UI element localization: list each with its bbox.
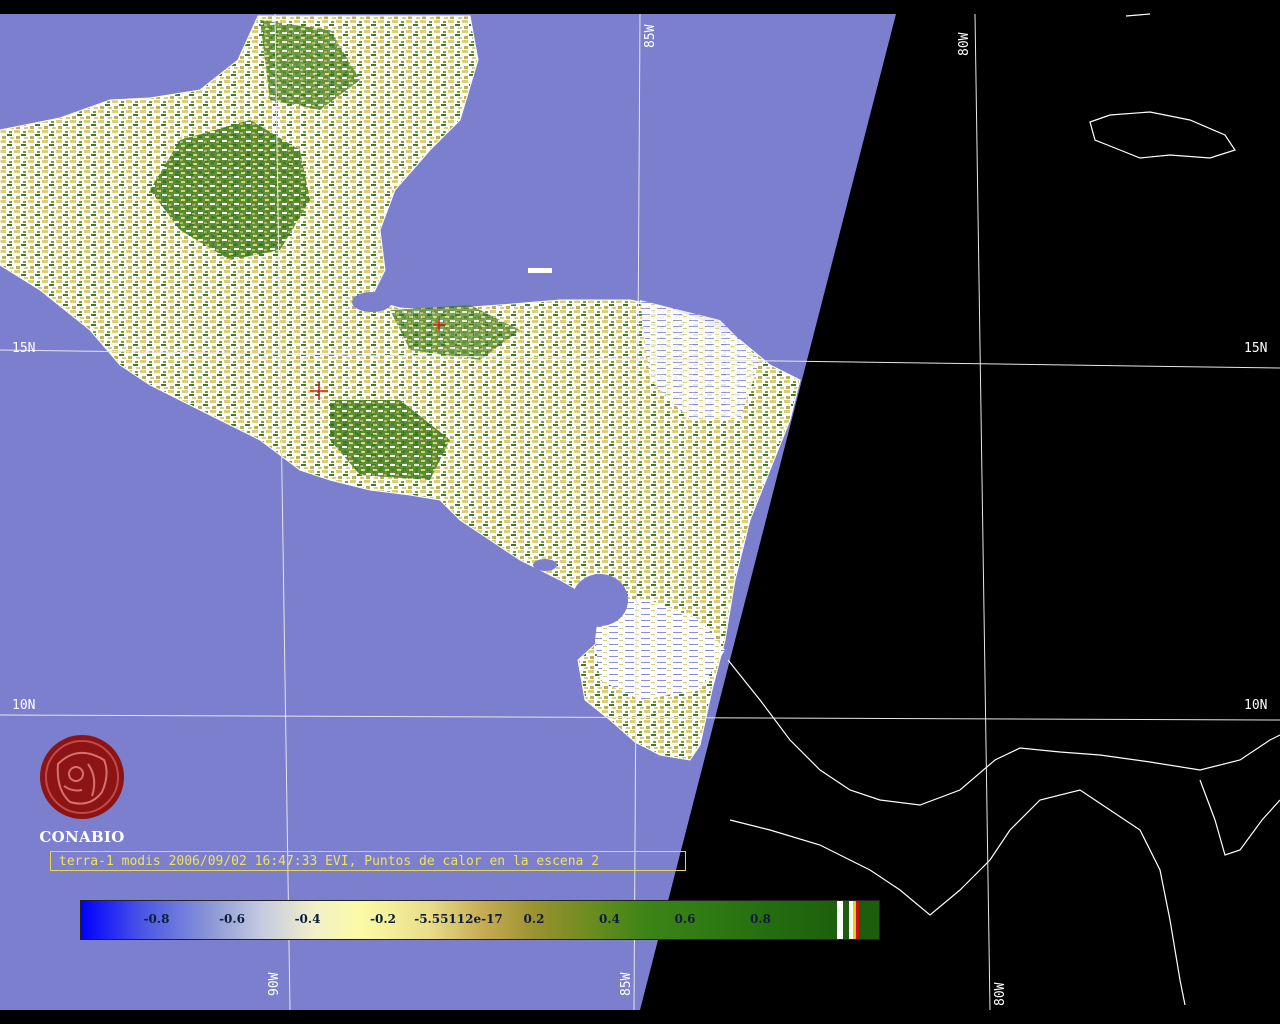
lat-label-10n-right: 10N (1244, 698, 1268, 713)
colorbar-tick-label: -0.4 (294, 912, 321, 926)
conabio-logo-text: CONABIO (39, 828, 125, 846)
lon-label-90w-bottom: 90W (267, 972, 282, 996)
lat-label-15n-left: 15N (12, 341, 36, 356)
colorbar-tick-label: -0.8 (143, 912, 170, 926)
colorbar-tick-label: 0.6 (674, 912, 696, 926)
lon-label-80w-bottom: 80W (993, 982, 1008, 1006)
map-viewport: 15N 15N 10N 10N 85W 80W 90W 85W 80W CONA… (0, 0, 1280, 1024)
lat-label-10n-left: 10N (12, 698, 36, 713)
evi-colorbar: -0.8 -0.6 -0.4 -0.2 -5.55112e-17 0.2 0.4 0.6 0.8 (80, 900, 880, 940)
colorbar-tick-label: -0.6 (219, 912, 245, 926)
conabio-logo: CONABIO (36, 734, 128, 846)
colorbar-tick-label: -0.2 (370, 912, 396, 926)
bay-islands (528, 268, 552, 273)
conabio-emblem-icon (40, 735, 124, 819)
colorbar-stripe (856, 901, 859, 939)
colorbar-tick-label: -5.55112e-17 (414, 912, 503, 926)
colorbar-tick-label: 0.8 (750, 912, 771, 926)
lake-nicaragua (572, 574, 628, 626)
lon-label-85w-top: 85W (643, 24, 658, 48)
lon-label-80w-top: 80W (957, 32, 972, 56)
gulf-honduras (352, 292, 392, 312)
lake-managua (533, 559, 557, 571)
scene-caption: terra-1 modis 2006/09/02 16:47:33 EVI, P… (50, 851, 686, 871)
colorbar-tick-label: 0.4 (599, 912, 620, 926)
colorbar-tick-label: 0.2 (523, 912, 545, 926)
lat-label-15n-right: 15N (1244, 341, 1268, 356)
lon-label-85w-bottom: 85W (619, 972, 634, 996)
